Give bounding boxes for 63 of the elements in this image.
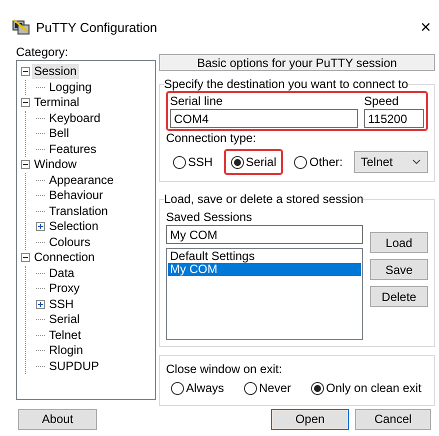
field-label: Serial line — [170, 94, 224, 109]
tree-item[interactable]: Terminal — [32, 95, 82, 110]
window-title: PuTTY Configuration — [36, 20, 158, 34]
panel-heading: Basic options for your PuTTY session — [159, 54, 435, 71]
radio-label[interactable]: Only on clean exit — [326, 381, 422, 395]
tree-item[interactable]: Behaviour — [47, 188, 106, 204]
tree-item[interactable]: Keyboard — [47, 110, 102, 126]
list-item[interactable]: My COM — [168, 263, 361, 276]
cancel-button[interactable]: Cancel — [355, 408, 431, 430]
computer-icon — [12, 19, 30, 35]
expand-icon[interactable] — [36, 222, 45, 232]
radio-label[interactable]: SSH — [188, 155, 213, 169]
radio-button[interactable] — [244, 382, 258, 394]
chevron-icon — [412, 159, 421, 165]
session-button[interactable]: Delete — [370, 286, 428, 307]
tree-item[interactable]: Data — [47, 266, 76, 281]
field-label: Connection type: — [166, 131, 256, 145]
tree-item[interactable]: Session — [32, 64, 79, 80]
session-button[interactable]: Load — [370, 232, 428, 253]
tree-item[interactable]: Proxy — [47, 281, 82, 296]
radio-button[interactable] — [173, 156, 186, 168]
radio-button[interactable] — [171, 382, 184, 394]
radio-button[interactable] — [311, 382, 324, 394]
tree-item[interactable]: Rlogin — [47, 343, 86, 358]
about-button[interactable]: About — [18, 408, 97, 430]
speed-field[interactable]: 115200 — [364, 109, 424, 128]
collapse-icon[interactable] — [21, 98, 30, 108]
tree-item[interactable]: SSH — [47, 296, 76, 312]
tree-item[interactable]: Connection — [32, 250, 97, 266]
collapse-icon[interactable] — [21, 160, 30, 170]
tree-item[interactable]: Colours — [47, 234, 92, 250]
tree-item[interactable]: Bell — [47, 126, 72, 142]
collapse-icon[interactable] — [21, 253, 30, 262]
radio-label[interactable]: Always — [186, 381, 224, 395]
close-button[interactable]: × — [420, 16, 431, 38]
radio-label[interactable]: Serial — [246, 155, 276, 169]
collapse-icon[interactable] — [21, 67, 30, 76]
group-label: Load, save or delete a stored session — [164, 192, 364, 206]
tree-item[interactable]: Appearance — [47, 172, 116, 188]
tree-item[interactable]: Selection — [47, 219, 100, 234]
list-item[interactable]: Default Settings — [168, 250, 361, 263]
tree-item[interactable]: SUPDUP — [47, 358, 102, 374]
tree-item[interactable]: Telnet — [47, 328, 84, 343]
field-label: Saved Sessions — [166, 210, 254, 225]
tree-item[interactable]: Translation — [47, 204, 110, 219]
tree-item[interactable]: Features — [47, 142, 98, 157]
tree-item[interactable]: Window — [32, 157, 79, 172]
protocol-dropdown[interactable]: Telnet — [354, 151, 428, 173]
radio-label[interactable]: Other: — [309, 155, 343, 169]
field-label: Close window on exit: — [166, 362, 282, 376]
session-button[interactable]: Save — [370, 259, 428, 280]
group-label: Specify the destination you want to connect to — [164, 77, 408, 91]
session-name-field[interactable]: My COM — [166, 225, 363, 244]
tree-item[interactable]: Logging — [47, 80, 94, 95]
category-label: Category: — [16, 44, 70, 60]
serial-line-field[interactable]: COM4 — [170, 109, 358, 128]
field-label: Speed — [364, 94, 400, 109]
radio-button[interactable] — [230, 156, 244, 168]
radio-label[interactable]: Never — [259, 381, 292, 395]
radio-button[interactable] — [294, 156, 308, 168]
tree-item[interactable]: Serial — [47, 312, 82, 328]
open-button[interactable]: Open — [271, 408, 349, 430]
expand-icon[interactable] — [36, 300, 45, 309]
